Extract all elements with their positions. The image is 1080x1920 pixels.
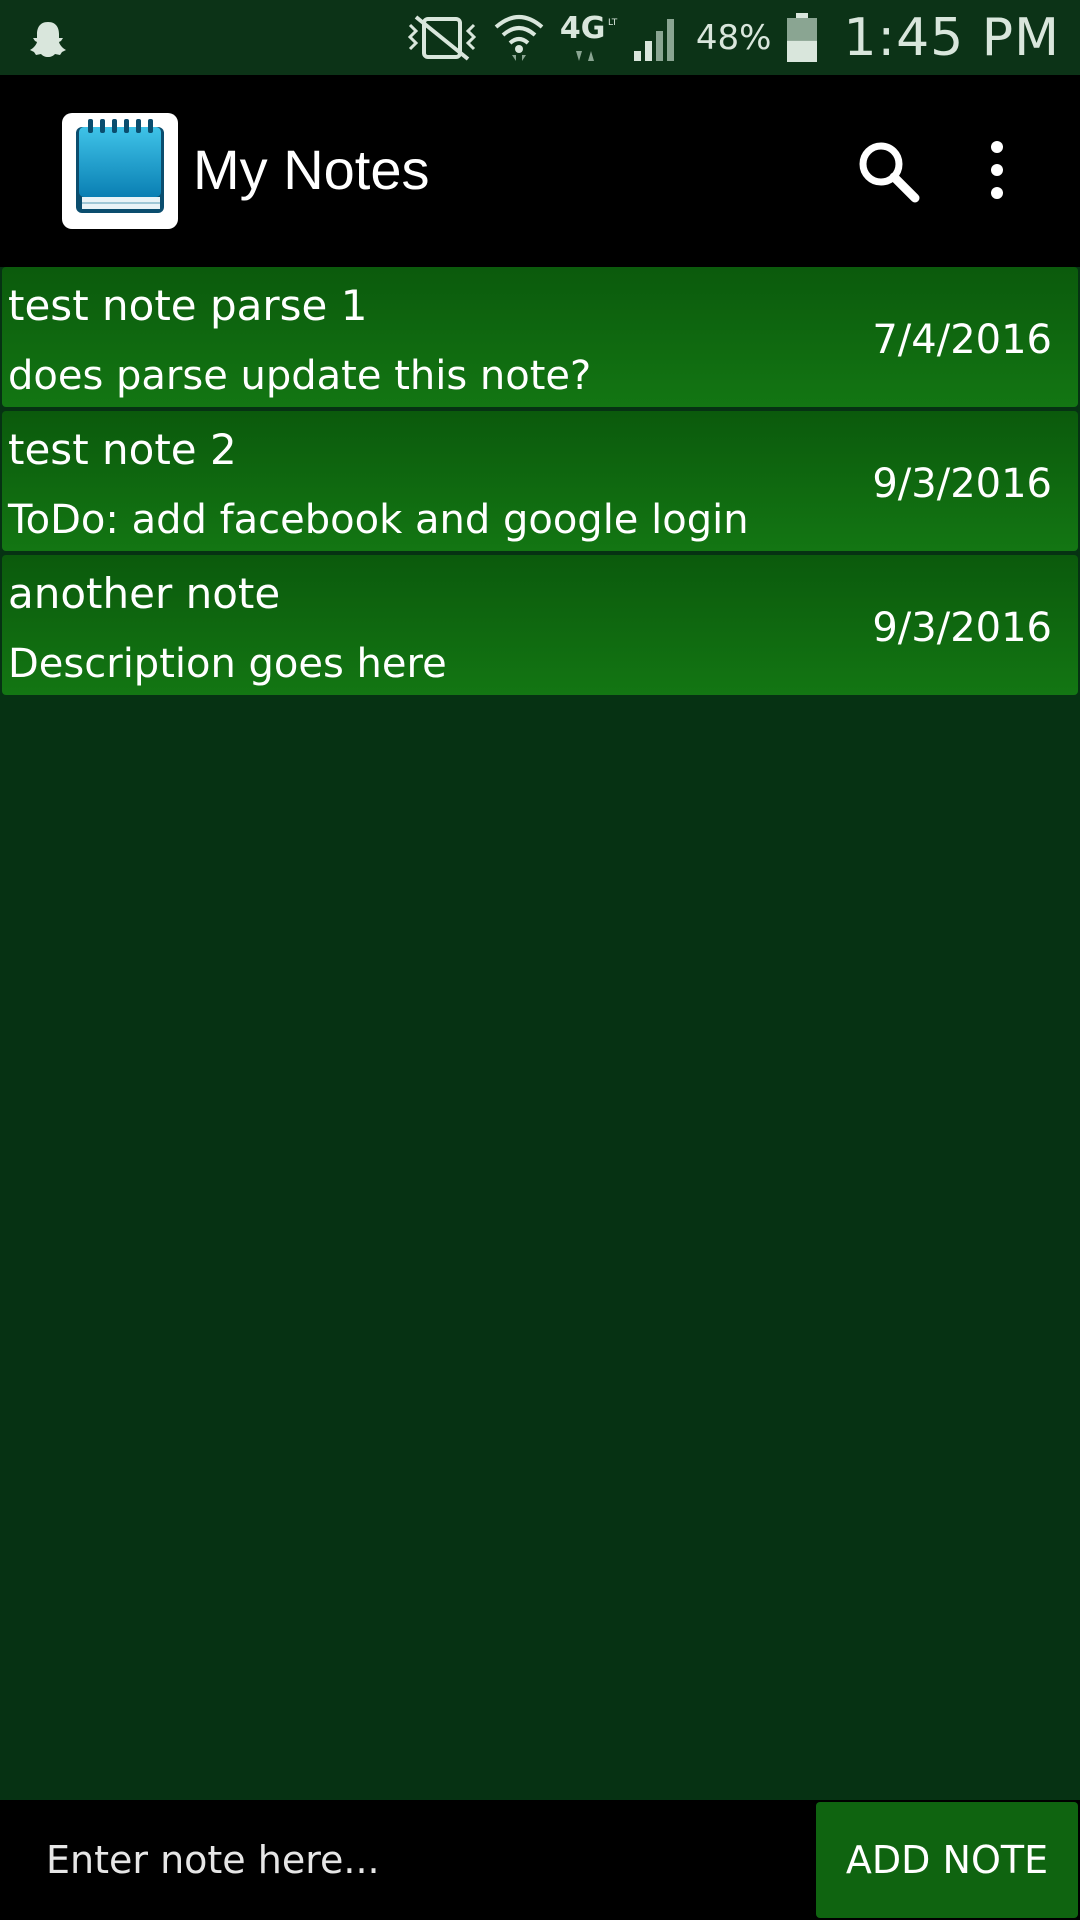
notepad-icon [62, 113, 178, 229]
note-description: does parse update this note? [8, 353, 592, 399]
overflow-menu-icon[interactable] [975, 137, 1019, 203]
note-title: test note 2 [8, 425, 237, 474]
note-title: another note [8, 569, 281, 618]
lte-4g-icon: 4G LTE [560, 11, 618, 65]
battery-percent: 48% [695, 17, 772, 58]
note-list-item[interactable]: test note 2 ToDo: add facebook and googl… [2, 411, 1078, 551]
svg-text:LTE: LTE [608, 18, 618, 28]
note-entry-bar: ADD NOTE [0, 1800, 1080, 1920]
note-date: 9/3/2016 [872, 605, 1052, 651]
add-note-button[interactable]: ADD NOTE [816, 1802, 1078, 1918]
status-time: 1:45 PM [843, 7, 1060, 68]
snapchat-ghost-icon [30, 22, 66, 57]
vibrate-off-icon [407, 14, 477, 61]
status-bar: 4G LTE 48% 1:45 PM [0, 0, 1080, 75]
note-list-item[interactable]: test note parse 1 does parse update this… [2, 267, 1078, 407]
note-title: test note parse 1 [8, 281, 368, 330]
app-bar: My Notes [0, 75, 1080, 267]
battery-icon [787, 12, 818, 62]
app-title: My Notes [193, 138, 430, 201]
note-input[interactable] [0, 1800, 814, 1920]
wifi-icon [494, 14, 544, 61]
note-description: ToDo: add facebook and google login [8, 497, 749, 543]
note-date: 7/4/2016 [872, 317, 1052, 363]
notes-list: test note parse 1 does parse update this… [0, 267, 1080, 699]
search-icon[interactable] [855, 138, 921, 204]
note-description: Description goes here [8, 641, 447, 687]
cell-signal-icon [633, 18, 674, 61]
note-date: 9/3/2016 [872, 461, 1052, 507]
note-list-item[interactable]: another note Description goes here 9/3/2… [2, 555, 1078, 695]
